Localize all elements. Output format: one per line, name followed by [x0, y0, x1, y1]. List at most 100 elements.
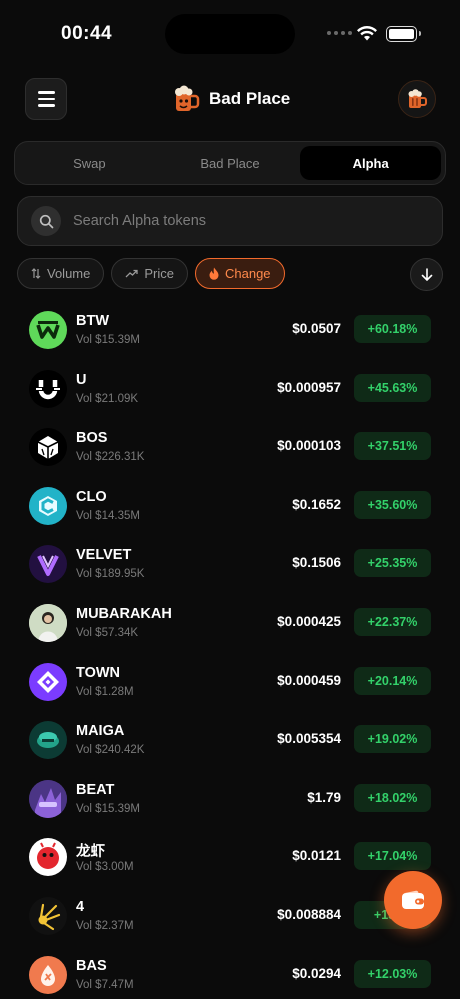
sort-direction-button[interactable] — [410, 258, 443, 291]
token-volume: Vol $226.31K — [76, 451, 145, 464]
segment-tabs: Swap Bad Place Alpha — [14, 141, 446, 185]
tab-bad-place[interactable]: Bad Place — [160, 146, 301, 180]
token-change-badge: +20.14% — [354, 666, 431, 695]
token-symbol: MAIGA — [76, 723, 125, 740]
token-row[interactable]: TOWN Vol $1.28M $0.000459 +20.14% — [0, 652, 460, 711]
beat-logo-icon — [29, 779, 67, 818]
token-symbol: BTW — [76, 313, 110, 329]
bos-logo-icon — [29, 428, 67, 467]
btw-logo-icon — [29, 311, 67, 349]
token-row[interactable]: MAIGA Vol $240.42K $0.005354 +19.02% — [0, 710, 460, 769]
token-symbol: TOWN — [76, 664, 121, 681]
mubarakah-logo-icon — [29, 603, 67, 642]
token-row[interactable]: BOS Vol $226.31K $0.000103 +37.51% — [0, 417, 460, 476]
token-change-badge: +25.35% — [354, 549, 431, 578]
token-row[interactable]: 龙虾 Vol $3.00M $0.0121 +17.04% — [0, 827, 460, 886]
velvet-logo-icon — [29, 545, 67, 584]
token-volume: Vol $1.28M — [76, 685, 134, 698]
app-name: Bad Place — [209, 89, 291, 108]
token-symbol: VELVET — [76, 547, 132, 564]
filter-volume-label: Volume — [47, 266, 91, 281]
filter-change-label: Change — [225, 266, 271, 281]
token-change-badge: +12.03% — [354, 959, 431, 988]
maiga-logo-icon — [29, 721, 67, 760]
menu-button[interactable] — [25, 78, 67, 120]
bas-logo-icon — [29, 955, 67, 994]
token-volume: Vol $57.34K — [76, 626, 139, 639]
token-row[interactable]: U Vol $21.09K $0.000957 +45.63% — [0, 359, 460, 418]
token-row[interactable]: CLO Vol $14.35M $0.1652 +35.60% — [0, 476, 460, 535]
filter-change[interactable]: Change — [195, 258, 285, 289]
token-price: $0.0507 — [292, 321, 341, 336]
sort-arrows-icon — [31, 268, 41, 279]
token-price: $0.000103 — [277, 438, 341, 454]
token-row[interactable]: BEAT Vol $15.39M $1.79 +18.02% — [0, 769, 460, 828]
token-symbol: BAS — [76, 957, 107, 974]
token-symbol: MUBARAKAH — [76, 605, 172, 622]
town-logo-icon — [29, 662, 67, 701]
filter-price-label: Price — [144, 266, 174, 281]
search-icon — [31, 206, 61, 236]
beer-mug-logo-icon — [175, 85, 200, 111]
token-price: $0.1506 — [292, 555, 341, 571]
token-symbol: BOS — [76, 430, 108, 447]
token-volume: Vol $189.95K — [76, 568, 145, 581]
dynamic-island — [165, 14, 295, 54]
brand: Bad Place — [172, 84, 290, 114]
status-time: 00:44 — [61, 23, 113, 44]
u-logo-icon — [29, 369, 67, 408]
clo-logo-icon — [29, 486, 67, 525]
token-price: $1.79 — [307, 789, 341, 805]
token-row[interactable]: BTW Vol $15.39M $0.0507 +60.18% — [0, 300, 460, 359]
token-symbol: 4 — [76, 898, 85, 915]
token-symbol: CLO — [76, 488, 107, 505]
token-row[interactable]: VELVET Vol $189.95K $0.1506 +25.35% — [0, 534, 460, 593]
token-price: $0.005354 — [277, 731, 341, 747]
token-symbol: BEAT — [76, 781, 115, 798]
token-volume: Vol $2.37M — [76, 919, 134, 932]
token-price: $0.000957 — [277, 379, 341, 395]
hamburger-icon — [37, 91, 55, 94]
trend-up-icon — [125, 269, 139, 278]
search-bar — [17, 196, 443, 246]
four-logo-icon — [29, 896, 67, 935]
beer-mug-icon — [408, 89, 427, 108]
wifi-icon — [357, 25, 377, 41]
token-row[interactable]: BAS Vol $7.47M $0.0294 +12.03% — [0, 945, 460, 999]
wallet-icon — [402, 890, 424, 909]
wallet-button[interactable] — [384, 871, 442, 929]
token-symbol: U — [76, 371, 87, 388]
token-volume: Vol $15.39M — [76, 802, 140, 815]
status-bar: 00:44 — [0, 0, 460, 68]
cellular-signal-icon — [327, 31, 352, 35]
token-change-badge: +35.60% — [354, 490, 431, 519]
token-price: $0.1652 — [292, 496, 341, 512]
token-change-badge: +60.18% — [354, 315, 431, 343]
token-price: $0.0121 — [292, 848, 341, 864]
token-volume: Vol $15.39M — [76, 334, 140, 346]
token-change-badge: +37.51% — [354, 432, 431, 461]
token-volume: Vol $3.00M — [76, 861, 134, 874]
tab-alpha[interactable]: Alpha — [300, 146, 442, 180]
token-price: $0.000459 — [277, 672, 341, 688]
arrow-down-icon — [421, 268, 432, 281]
token-volume: Vol $7.47M — [76, 978, 134, 991]
app-header: Bad Place — [0, 78, 460, 120]
token-change-badge: +17.04% — [354, 842, 431, 871]
token-symbol: 龙虾 — [76, 844, 105, 861]
token-price: $0.008884 — [277, 906, 341, 922]
tab-swap[interactable]: Swap — [19, 146, 160, 180]
battery-icon — [386, 26, 421, 42]
search-input[interactable] — [73, 213, 393, 229]
token-change-badge: +18.02% — [354, 783, 431, 812]
token-change-badge: +22.37% — [354, 607, 431, 636]
token-price: $0.0294 — [292, 965, 341, 981]
profile-button[interactable] — [398, 80, 436, 118]
token-change-badge: +19.02% — [354, 725, 431, 754]
lobster-logo-icon — [29, 838, 67, 877]
token-volume: Vol $14.35M — [76, 509, 140, 522]
filter-price[interactable]: Price — [111, 258, 188, 289]
filter-chips: Volume Price Change — [17, 258, 285, 289]
filter-volume[interactable]: Volume — [17, 258, 105, 289]
token-row[interactable]: MUBARAKAH Vol $57.34K $0.000425 +22.37% — [0, 593, 460, 652]
